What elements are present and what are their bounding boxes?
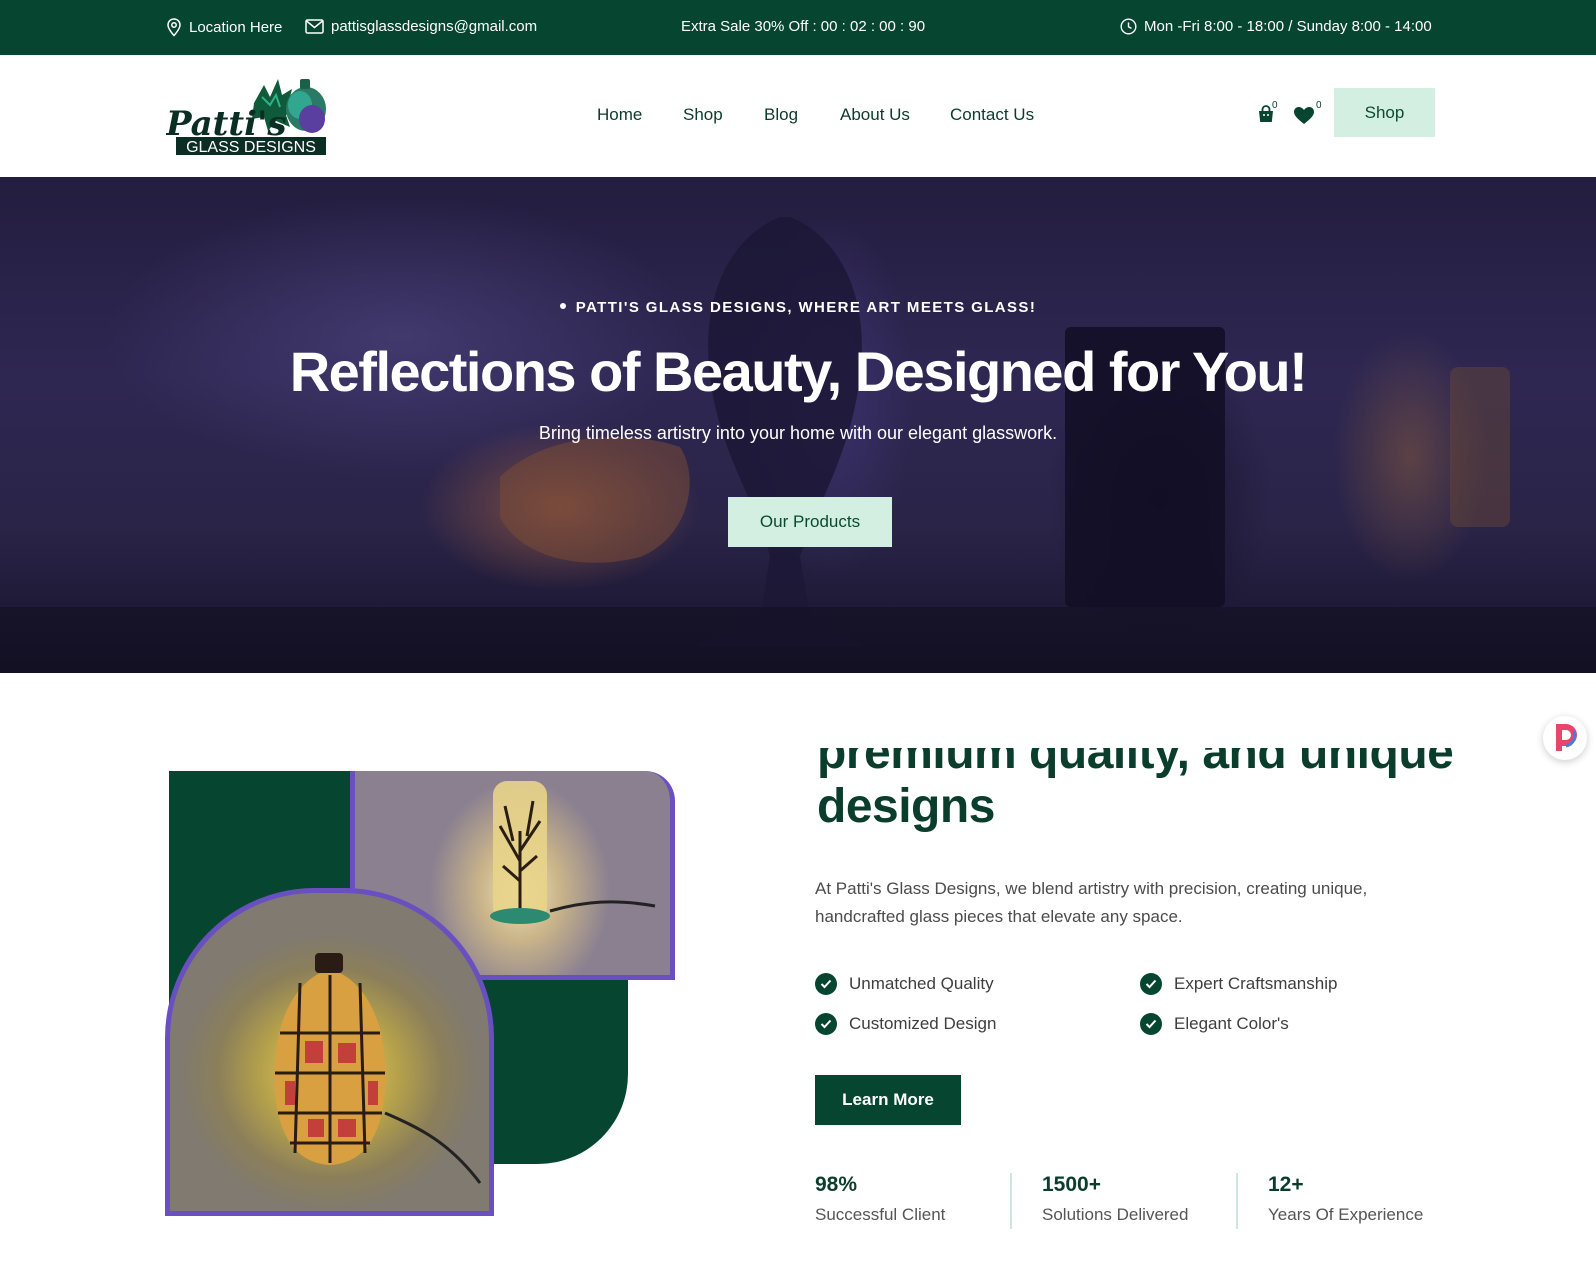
nav-shop[interactable]: Shop	[683, 105, 723, 125]
check-circle-icon	[1140, 973, 1162, 995]
hours-text: Mon -Fri 8:00 - 18:00 / Sunday 8:00 - 14…	[1144, 18, 1432, 35]
cart-button[interactable]: 0	[1256, 100, 1278, 129]
stat-solutions-delivered: 1500+ Solutions Delivered	[1042, 1173, 1188, 1225]
stat-label: Years Of Experience	[1268, 1205, 1424, 1224]
nav-about-us[interactable]: About Us	[840, 105, 910, 125]
stat-years-experience: 12+ Years Of Experience	[1268, 1173, 1423, 1225]
heart-icon	[1293, 107, 1315, 129]
check-circle-icon	[1140, 1013, 1162, 1035]
stat-successful-client: 98% Successful Client	[815, 1173, 945, 1225]
clock-icon	[1120, 18, 1137, 35]
shopping-bag-icon	[1256, 105, 1276, 128]
site-logo[interactable]: Patti's GLASS DESIGNS	[165, 75, 334, 157]
feature-label: Customized Design	[849, 1014, 997, 1033]
hero-tagline: PATTI'S GLASS DESIGNS, WHERE ART MEETS G…	[0, 299, 1596, 316]
feature-elegant-colors: Elegant Color's	[1140, 1013, 1289, 1035]
feature-label: Elegant Color's	[1174, 1014, 1289, 1033]
about-description: At Patti's Glass Designs, we blend artis…	[815, 879, 1368, 926]
location-pin-icon	[166, 18, 182, 37]
hero-banner: PATTI'S GLASS DESIGNS, WHERE ART MEETS G…	[0, 177, 1596, 673]
hero-subtitle: Bring timeless artistry into your home w…	[538, 423, 1058, 443]
location-text: Location Here	[189, 19, 283, 36]
sale-countdown: Extra Sale 30% Off : 00 : 02 : 00 : 90	[681, 18, 925, 35]
learn-more-button[interactable]: Learn More	[815, 1075, 961, 1125]
email-item[interactable]: pattisglassdesigns@gmail.com	[305, 18, 537, 35]
stat-divider	[1010, 1173, 1012, 1229]
chat-widget-icon	[1548, 719, 1582, 758]
stat-label: Solutions Delivered	[1042, 1205, 1189, 1224]
check-circle-icon	[815, 1013, 837, 1035]
stat-value: 1500+	[1042, 1173, 1101, 1196]
nav-contact-us[interactable]: Contact Us	[950, 105, 1034, 125]
feature-label: Unmatched Quality	[849, 974, 994, 993]
wishlist-count: 0	[1316, 100, 1322, 111]
about-image-collage	[165, 771, 675, 1216]
feature-label: Expert Craftsmanship	[1174, 974, 1338, 993]
about-title: premium quality, and unique designs	[817, 748, 1457, 858]
wishlist-button[interactable]: 0	[1293, 100, 1322, 130]
nav-blog[interactable]: Blog	[764, 105, 798, 125]
mosaic-jug-lamp-image	[165, 888, 494, 1216]
hours-item: Mon -Fri 8:00 - 18:00 / Sunday 8:00 - 14…	[1120, 18, 1432, 35]
stat-value: 98%	[815, 1173, 858, 1196]
bullet-dot-icon	[559, 303, 566, 310]
feature-unmatched-quality: Unmatched Quality	[815, 973, 994, 995]
chat-widget-button[interactable]	[1543, 716, 1587, 760]
about-title-line-2: designs	[817, 780, 995, 833]
email-text: pattisglassdesigns@gmail.com	[331, 18, 538, 35]
feature-expert-craftsmanship: Expert Craftsmanship	[1140, 973, 1337, 995]
stat-label: Successful Client	[815, 1205, 946, 1224]
logo-caption: GLASS DESIGNS	[186, 139, 316, 156]
location-item[interactable]: Location Here	[166, 18, 282, 37]
our-products-button[interactable]: Our Products	[728, 497, 892, 547]
envelope-icon	[305, 19, 324, 34]
about-title-line-1: premium quality, and unique	[817, 748, 1454, 779]
sale-text: Extra Sale 30% Off : 00 : 02 : 00 : 90	[681, 18, 926, 35]
stat-divider	[1236, 1173, 1238, 1229]
header-shop-button[interactable]: Shop	[1334, 88, 1435, 137]
site-header: Patti's GLASS DESIGNS Home Shop Blog Abo…	[0, 55, 1596, 177]
feature-customized-design: Customized Design	[815, 1013, 996, 1035]
top-bar: Location Here pattisglassdesigns@gmail.c…	[0, 0, 1596, 55]
hero-tagline-text: PATTI'S GLASS DESIGNS, WHERE ART MEETS G…	[575, 299, 1037, 316]
cart-count: 0	[1272, 100, 1278, 111]
nav-home[interactable]: Home	[597, 105, 642, 125]
stat-value: 12+	[1268, 1173, 1304, 1196]
hero-title: Reflections of Beauty, Designed for You!	[289, 340, 1308, 403]
check-circle-icon	[815, 973, 837, 995]
